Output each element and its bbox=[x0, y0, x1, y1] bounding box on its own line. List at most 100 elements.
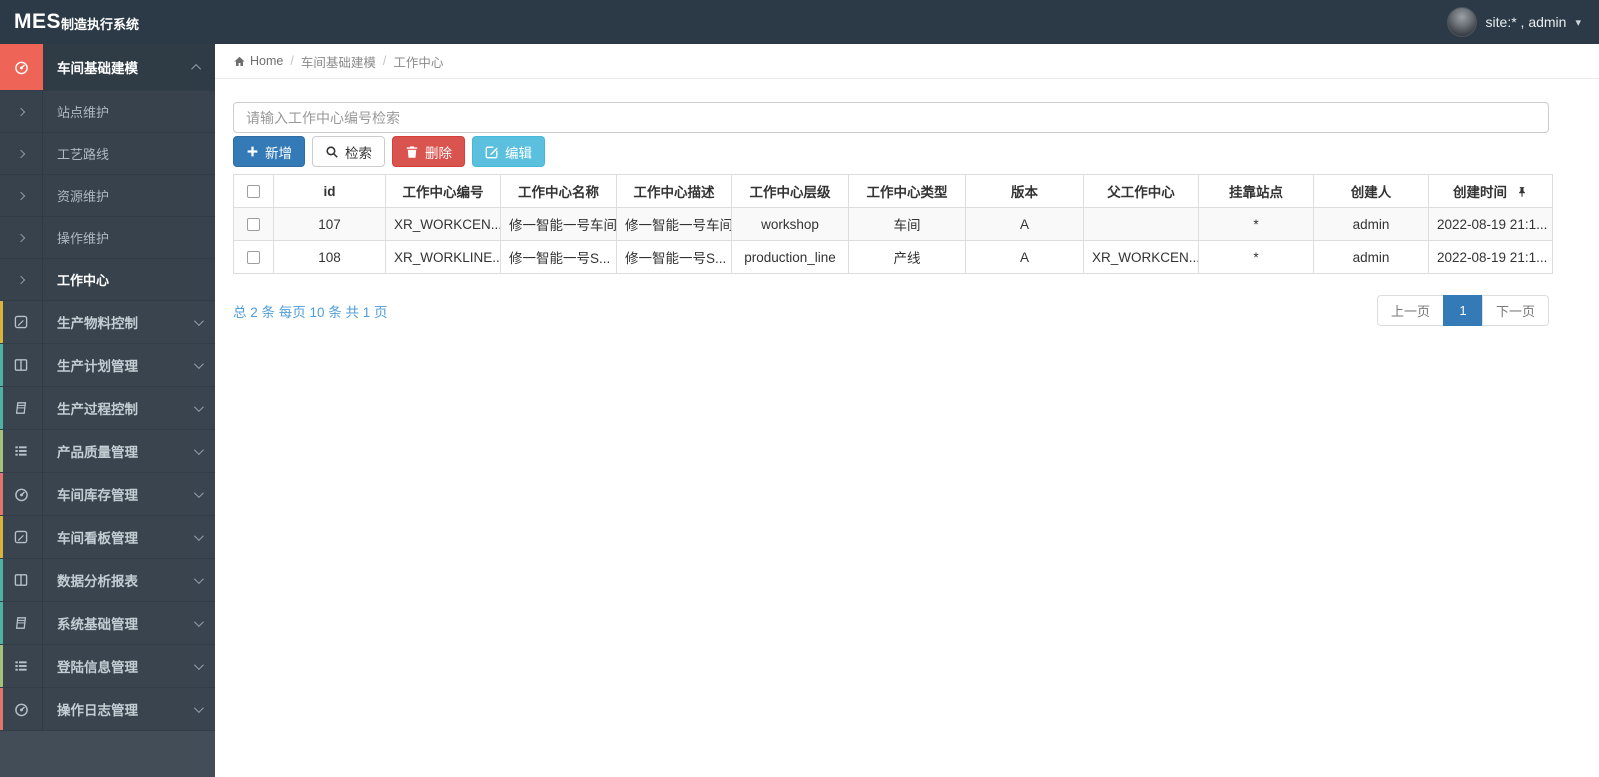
delete-button[interactable]: 删除 bbox=[392, 136, 465, 167]
pencil-icon bbox=[13, 314, 29, 330]
search-input[interactable] bbox=[233, 102, 1549, 133]
button-label: 编辑 bbox=[505, 145, 532, 161]
plus-icon bbox=[246, 145, 259, 158]
search-icon bbox=[325, 145, 339, 159]
top-navbar: MES 制造执行系统 site:* , admin ▾ bbox=[0, 0, 1599, 44]
sidebar-subitem-2[interactable]: 资源维护 bbox=[0, 175, 215, 217]
edit-button[interactable]: 编辑 bbox=[472, 136, 545, 167]
sidebar-section-4[interactable]: 车间库存管理 bbox=[0, 473, 215, 516]
column-header-label: 工作中心层级 bbox=[749, 185, 831, 200]
sidebar-section-3[interactable]: 产品质量管理 bbox=[0, 430, 215, 473]
chevron-down-icon bbox=[179, 645, 215, 687]
breadcrumb-home[interactable]: Home bbox=[233, 54, 283, 68]
edit-icon bbox=[485, 145, 499, 159]
table-cell: admin bbox=[1313, 207, 1429, 241]
row-checkbox[interactable] bbox=[247, 251, 260, 265]
breadcrumb: Home / 车间基础建模 / 工作中心 bbox=[215, 44, 1599, 79]
chevron-down-icon bbox=[179, 301, 215, 343]
table-cell: admin bbox=[1313, 240, 1429, 274]
prev-page-button[interactable]: 上一页 bbox=[1376, 295, 1444, 326]
sidebar-section-label: 生产物料控制 bbox=[57, 316, 138, 331]
section-accent bbox=[0, 559, 3, 601]
user-menu[interactable]: site:* , admin ▾ bbox=[1446, 7, 1599, 37]
sidebar-section-label: 操作日志管理 bbox=[57, 703, 138, 718]
sidebar-section-8[interactable]: 登陆信息管理 bbox=[0, 645, 215, 688]
pagination-summary: 总 2 条 每页 10 条 共 1 页 bbox=[233, 304, 388, 320]
sidebar-section-2[interactable]: 生产过程控制 bbox=[0, 387, 215, 430]
sidebar-subitem-0[interactable]: 站点维护 bbox=[0, 91, 215, 133]
sidebar-subitem-label: 资源维护 bbox=[57, 189, 110, 204]
table-cell: production_line bbox=[731, 240, 849, 274]
row-checkbox[interactable] bbox=[247, 218, 260, 232]
sidebar-section-label: 车间基础建模 bbox=[57, 61, 138, 76]
search-button[interactable]: 检索 bbox=[312, 136, 385, 167]
chevron-down-icon bbox=[179, 387, 215, 429]
table-cell: A bbox=[965, 207, 1084, 241]
section-accent bbox=[0, 516, 3, 558]
sidebar-section-label: 数据分析报表 bbox=[57, 574, 138, 589]
sidebar-subitem-label: 操作维护 bbox=[57, 231, 110, 246]
column-header: 工作中心描述 bbox=[616, 174, 732, 208]
column-header-label: 工作中心名称 bbox=[518, 185, 599, 200]
sidebar-section-0[interactable]: 生产物料控制 bbox=[0, 301, 215, 344]
sidebar-subitem-label: 工作中心 bbox=[57, 273, 110, 288]
breadcrumb-separator: / bbox=[382, 54, 387, 68]
user-avatar bbox=[1446, 7, 1477, 37]
chevron-down-icon bbox=[179, 688, 215, 730]
chevron-right-icon bbox=[0, 91, 43, 132]
sidebar-section-1[interactable]: 生产计划管理 bbox=[0, 344, 215, 387]
section-accent bbox=[0, 430, 3, 472]
table-cell: 2022-08-19 21:1... bbox=[1428, 240, 1553, 274]
page-1-button[interactable]: 1 bbox=[1442, 295, 1483, 326]
chevron-right-icon bbox=[0, 217, 43, 258]
column-header: 工作中心类型 bbox=[848, 174, 966, 208]
columns-icon bbox=[13, 572, 29, 588]
chevron-down-icon bbox=[179, 430, 215, 472]
logo-text: 制造执行系统 bbox=[61, 17, 140, 32]
table-cell: A bbox=[965, 240, 1084, 274]
table-row[interactable]: 107 XR_WORKCEN... 修一智能一号车间 修一智能一号车间 workshop… bbox=[233, 207, 1553, 241]
next-page-button[interactable]: 下一页 bbox=[1481, 295, 1549, 326]
sidebar-subitem-label: 工艺路线 bbox=[57, 147, 110, 162]
sidebar-section-7[interactable]: 系统基础管理 bbox=[0, 602, 215, 645]
section-accent bbox=[0, 387, 3, 429]
pin-icon[interactable] bbox=[1516, 186, 1528, 201]
sidebar-subitem-3[interactable]: 操作维护 bbox=[0, 217, 215, 259]
pagination: 总 2 条 每页 10 条 共 1 页 上一页 1 下一页 bbox=[233, 295, 1549, 326]
row-checkbox-cell bbox=[233, 207, 274, 241]
chevron-down-icon bbox=[179, 344, 215, 386]
select-all-checkbox[interactable] bbox=[247, 185, 260, 199]
table-cell: * bbox=[1198, 240, 1314, 274]
content: Home / 车间基础建模 / 工作中心 新增 检索 删除 编辑 id 工作中心编号 工作… bbox=[215, 44, 1599, 777]
column-header: 创建时间 bbox=[1428, 174, 1553, 208]
column-header-label: 创建时间 bbox=[1453, 185, 1507, 200]
column-header-label: 创建人 bbox=[1350, 185, 1392, 200]
button-label: 删除 bbox=[425, 145, 452, 161]
column-header: 工作中心编号 bbox=[385, 174, 501, 208]
sidebar-section-5[interactable]: 车间看板管理 bbox=[0, 516, 215, 559]
sidebar-section-label: 生产过程控制 bbox=[57, 402, 138, 417]
table-cell: 产线 bbox=[848, 240, 966, 274]
sidebar-section-6[interactable]: 数据分析报表 bbox=[0, 559, 215, 602]
table-row[interactable]: 108 XR_WORKLINE... 修一智能一号S... 修一智能一号S... pro… bbox=[233, 240, 1553, 274]
column-header-label: 工作中心类型 bbox=[866, 185, 948, 200]
breadcrumb-separator: / bbox=[290, 54, 294, 68]
section-accent bbox=[0, 688, 3, 730]
table-cell: * bbox=[1198, 207, 1314, 241]
table-cell: XR_WORKCEN... bbox=[1083, 240, 1199, 274]
header-checkbox-cell bbox=[233, 174, 274, 208]
chevron-down-icon bbox=[179, 602, 215, 644]
app-logo: MES 制造执行系统 bbox=[0, 0, 215, 44]
sidebar-subitem-4[interactable]: 工作中心 bbox=[0, 259, 215, 301]
column-header: 挂靠站点 bbox=[1198, 174, 1314, 208]
workcenter-table: id 工作中心编号 工作中心名称 工作中心描述 工作中心层级 工作中心类型 版本 父工作中心 挂… bbox=[233, 174, 1553, 274]
sidebar-section-9[interactable]: 操作日志管理 bbox=[0, 688, 215, 731]
chevron-down-icon bbox=[179, 473, 215, 515]
section-accent bbox=[0, 602, 3, 644]
sidebar-subitem-1[interactable]: 工艺路线 bbox=[0, 133, 215, 175]
add-button[interactable]: 新增 bbox=[233, 136, 305, 167]
table-cell: 修一智能一号车间 bbox=[616, 207, 732, 241]
column-header-label: id bbox=[323, 183, 336, 199]
sidebar-section-active[interactable]: 车间基础建模 bbox=[0, 44, 215, 91]
breadcrumb-item[interactable]: 车间基础建模 bbox=[301, 52, 376, 71]
